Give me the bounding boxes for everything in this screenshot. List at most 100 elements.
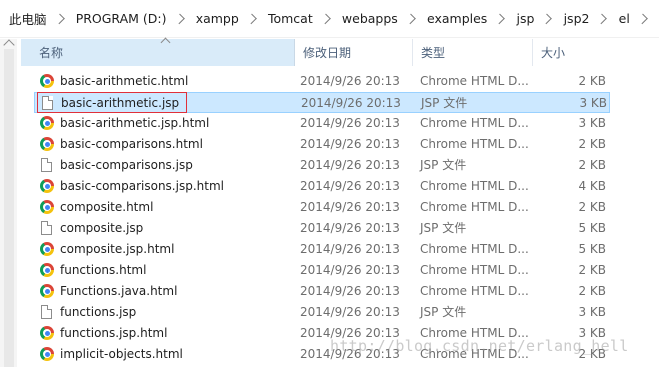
file-row[interactable]: Functions.java.html 2014/9/26 20:13 Chrome… <box>34 281 610 302</box>
chrome-icon <box>40 74 54 88</box>
chrome-icon <box>40 326 54 340</box>
file-type: Chrome HTML D... <box>420 263 529 277</box>
chrome-icon <box>40 116 54 130</box>
file-name: composite.jsp <box>60 221 144 235</box>
chrome-icon-glyph <box>40 263 54 277</box>
file-row[interactable]: functions.html 2014/9/26 20:13 Chrome HTML… <box>34 260 610 281</box>
file-size: 5 KB <box>578 242 606 256</box>
file-type: JSP 文件 <box>420 221 467 235</box>
file-type: Chrome HTML D... <box>420 74 529 88</box>
navigation-pane-edge[interactable] <box>0 39 17 367</box>
file-size: 3 KB <box>578 116 606 130</box>
file-date: 2014/9/26 20:13 <box>300 263 400 277</box>
file-size: 2 KB <box>578 284 606 298</box>
file-name: implicit-objects.html <box>60 347 183 361</box>
file-date: 2014/9/26 20:13 <box>300 305 400 319</box>
column-header-name[interactable]: 名称 <box>21 37 295 66</box>
file-row[interactable]: basic-comparisons.jsp.html 2014/9/26 20:1… <box>34 176 610 197</box>
file-icon-glyph <box>41 221 52 235</box>
breadcrumb-drive[interactable]: PROGRAM (D:) <box>76 11 167 26</box>
file-icon-glyph <box>41 158 52 172</box>
breadcrumb: 此电脑 PROGRAM (D:) xampp Tomcat webapps ex… <box>0 0 659 38</box>
file-row[interactable]: functions.jsp 2014/9/26 20:13 JSP 文件 3 KB <box>34 302 610 323</box>
file-date: 2014/9/26 20:13 <box>300 200 400 214</box>
chrome-icon-glyph <box>40 116 54 130</box>
file-date: 2014/9/26 20:13 <box>300 116 400 130</box>
chrome-icon-glyph <box>40 137 54 151</box>
file-row[interactable]: basic-arithmetic.jsp 2014/9/26 20:13 JSP 文… <box>34 92 610 113</box>
column-header-size[interactable]: 大小 <box>533 39 613 66</box>
chrome-icon-glyph <box>40 347 54 361</box>
file-name: functions.html <box>60 263 147 277</box>
file-type: Chrome HTML D... <box>420 284 529 298</box>
chrome-icon-glyph <box>40 200 54 214</box>
file-date: 2014/9/26 20:13 <box>300 74 400 88</box>
chrome-icon-glyph <box>40 284 54 298</box>
chevron-right-icon[interactable] <box>319 13 331 24</box>
column-header-size-label: 大小 <box>541 46 566 60</box>
file-name: basic-comparisons.html <box>60 137 203 151</box>
sort-ascending-icon <box>160 37 171 48</box>
navigation-pane-scrollbar[interactable] <box>4 49 14 367</box>
file-name: functions.jsp <box>60 305 137 319</box>
file-row[interactable]: basic-arithmetic.html 2014/9/26 20:13 Chro… <box>34 71 610 92</box>
breadcrumb-el[interactable]: el <box>619 11 630 26</box>
chrome-icon-glyph <box>40 74 54 88</box>
file-row[interactable]: composite.jsp.html 2014/9/26 20:13 Chrome … <box>34 239 610 260</box>
file-name: basic-arithmetic.jsp.html <box>60 116 210 130</box>
file-type: Chrome HTML D... <box>420 116 529 130</box>
column-header: 名称 修改日期 类型 大小 <box>17 37 659 66</box>
chevron-right-icon[interactable] <box>173 13 185 24</box>
chevron-right-icon[interactable] <box>405 13 416 24</box>
breadcrumb-jsp2[interactable]: jsp2 <box>564 11 590 26</box>
chevron-right-icon[interactable] <box>596 13 608 24</box>
file-type: Chrome HTML D... <box>420 137 529 151</box>
file-type: JSP 文件 <box>420 158 467 172</box>
column-header-type[interactable]: 类型 <box>413 39 533 66</box>
chrome-icon <box>40 200 54 214</box>
file-size: 2 KB <box>578 263 606 277</box>
chevron-right-icon[interactable] <box>637 13 648 24</box>
file-size: 2 KB <box>578 158 606 172</box>
chrome-icon <box>40 347 54 361</box>
chrome-icon-glyph <box>40 242 54 256</box>
breadcrumb-tomcat[interactable]: Tomcat <box>268 11 313 26</box>
breadcrumb-jsp[interactable]: jsp <box>516 11 534 26</box>
breadcrumb-examples[interactable]: examples <box>427 11 487 26</box>
file-icon-glyph <box>41 305 52 319</box>
file-size: 3 KB <box>579 96 607 110</box>
chevron-right-icon[interactable] <box>494 13 506 24</box>
file-name: basic-arithmetic.jsp <box>61 96 180 110</box>
file-row[interactable]: composite.html 2014/9/26 20:13 Chrome HTML… <box>34 197 610 218</box>
chevron-right-icon[interactable] <box>246 13 257 24</box>
file-name: basic-comparisons.jsp <box>60 158 193 172</box>
watermark: http://blog.csdn.net/erlang_hell <box>330 337 629 355</box>
breadcrumb-this-pc[interactable]: 此电脑 <box>9 9 47 28</box>
file-row[interactable]: basic-comparisons.jsp 2014/9/26 20:13 JSP … <box>34 155 610 176</box>
file-name: functions.jsp.html <box>60 326 168 340</box>
breadcrumb-webapps[interactable]: webapps <box>342 11 398 26</box>
file-row[interactable]: composite.jsp 2014/9/26 20:13 JSP 文件 5 KB <box>34 218 610 239</box>
chevron-right-icon[interactable] <box>541 13 553 24</box>
file-icon <box>40 305 54 319</box>
file-size: 3 KB <box>578 305 606 319</box>
file-type: Chrome HTML D... <box>420 242 529 256</box>
chrome-icon <box>40 284 54 298</box>
file-size: 2 KB <box>578 200 606 214</box>
file-size: 2 KB <box>578 137 606 151</box>
file-size: 2 KB <box>578 74 606 88</box>
file-row[interactable]: basic-comparisons.html 2014/9/26 20:13 Chr… <box>34 134 610 155</box>
file-date: 2014/9/26 20:13 <box>301 96 401 110</box>
file-date: 2014/9/26 20:13 <box>300 179 400 193</box>
file-type: JSP 文件 <box>420 305 467 319</box>
chrome-icon-glyph <box>40 326 54 340</box>
chevron-right-icon[interactable] <box>53 13 65 24</box>
column-header-date[interactable]: 修改日期 <box>295 39 413 66</box>
file-row[interactable]: basic-arithmetic.jsp.html 2014/9/26 20:13… <box>34 113 610 134</box>
file-size: 4 KB <box>578 179 606 193</box>
file-type: Chrome HTML D... <box>420 179 529 193</box>
chrome-icon-glyph <box>40 179 54 193</box>
file-date: 2014/9/26 20:13 <box>300 137 400 151</box>
file-name: composite.jsp.html <box>60 242 175 256</box>
breadcrumb-xampp[interactable]: xampp <box>196 11 239 26</box>
